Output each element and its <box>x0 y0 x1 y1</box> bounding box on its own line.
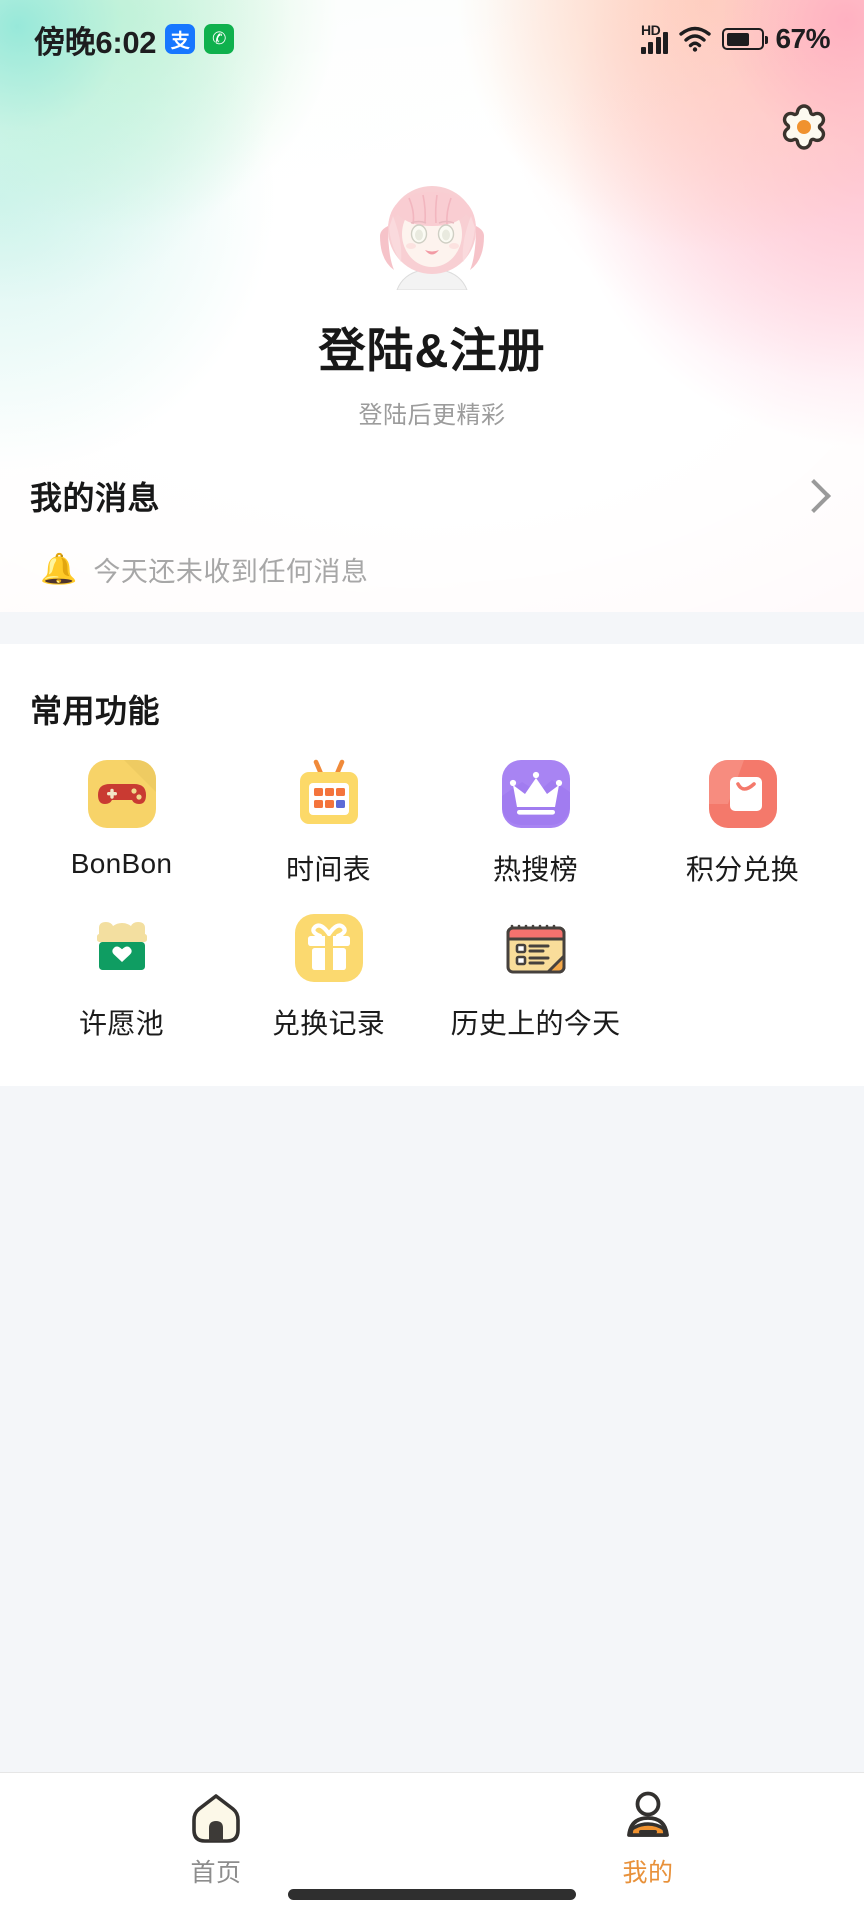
nav-label-home: 首页 <box>190 1859 242 1887</box>
function-label: BonBon <box>70 848 173 879</box>
function-item-hot-search[interactable]: 热搜榜 <box>432 756 639 888</box>
functions-grid: BonBon 时间表 热搜榜 积分兑换 许愿池 兑换记录 历史上的今天 <box>0 756 864 1042</box>
nav-item-home[interactable]: 首页 <box>0 1789 432 1889</box>
messages-section: 我的消息 🔔 今天还未收到任何消息 <box>0 464 864 612</box>
messages-empty-text: 今天还未收到任何消息 <box>93 557 369 587</box>
function-label: 兑换记录 <box>271 1008 386 1039</box>
calendar-grid-icon <box>291 756 367 832</box>
hd-label: HD <box>640 22 661 38</box>
avatar[interactable] <box>357 168 507 290</box>
functions-title: 常用功能 <box>30 693 161 729</box>
function-label: 时间表 <box>286 854 371 885</box>
settings-button[interactable] <box>774 100 834 160</box>
function-item-schedule[interactable]: 时间表 <box>225 756 432 888</box>
functions-section: 常用功能 BonBon 时间表 热搜榜 积分兑换 许愿池 兑换记录 历史上的今天 <box>0 644 864 1086</box>
page-title[interactable]: 登陆&注册 <box>0 312 864 381</box>
function-item-exchange-records[interactable]: 兑换记录 <box>225 910 432 1042</box>
wish-box-icon <box>84 910 160 986</box>
shopping-bag-icon <box>705 756 781 832</box>
nav-item-mine[interactable]: 我的 <box>432 1789 864 1889</box>
function-label: 许愿池 <box>79 1008 164 1039</box>
nav-label-mine: 我的 <box>622 1859 674 1887</box>
home-icon <box>187 1789 245 1847</box>
status-bar-right: HD 67% <box>640 22 830 55</box>
messages-title: 我的消息 <box>30 480 161 516</box>
gamepad-icon <box>84 756 160 832</box>
function-label: 热搜榜 <box>493 854 578 885</box>
messages-empty-row: 🔔 今天还未收到任何消息 <box>0 550 864 589</box>
function-item-bonbon[interactable]: BonBon <box>18 756 225 888</box>
phone-call-icon: ✆ <box>204 24 235 54</box>
home-indicator[interactable] <box>288 1889 576 1900</box>
gift-icon <box>291 910 367 986</box>
signal-icon: HD <box>640 22 669 54</box>
bell-icon: 🔔 <box>40 552 78 586</box>
function-item-today-in-history[interactable]: 历史上的今天 <box>432 910 639 1042</box>
page-background-filler <box>0 1086 864 1772</box>
bottom-navigation: 首页 我的 <box>0 1772 864 1920</box>
app-screen: 傍晚6:02 支 ✆ HD 67% 登陆&注册 登陆后更精彩 我的消息 🔔 今天… <box>0 0 864 1920</box>
status-time: 傍晚6:02 <box>34 24 157 60</box>
status-bar: 傍晚6:02 支 ✆ HD 67% <box>0 0 864 78</box>
function-label: 历史上的今天 <box>450 1008 621 1039</box>
alipay-icon: 支 <box>165 24 196 54</box>
function-item-wish-pool[interactable]: 许愿池 <box>18 910 225 1042</box>
function-item-points-exchange[interactable]: 积分兑换 <box>639 756 846 888</box>
history-calendar-icon <box>498 910 574 986</box>
messages-header[interactable]: 我的消息 <box>0 464 864 528</box>
status-bar-left: 傍晚6:02 支 ✆ <box>34 17 235 62</box>
profile-section: 登陆&注册 登陆后更精彩 <box>0 168 864 430</box>
person-icon <box>619 1789 677 1847</box>
gear-icon <box>774 104 834 164</box>
login-subtitle: 登陆后更精彩 <box>358 402 506 429</box>
battery-icon <box>722 28 769 50</box>
wifi-icon <box>679 26 712 52</box>
chevron-right-icon <box>797 479 831 513</box>
battery-percent: 67% <box>775 23 830 54</box>
section-divider <box>0 612 864 644</box>
anime-girl-avatar-icon <box>380 186 484 290</box>
crown-icon <box>498 756 574 832</box>
function-label: 积分兑换 <box>685 854 800 885</box>
